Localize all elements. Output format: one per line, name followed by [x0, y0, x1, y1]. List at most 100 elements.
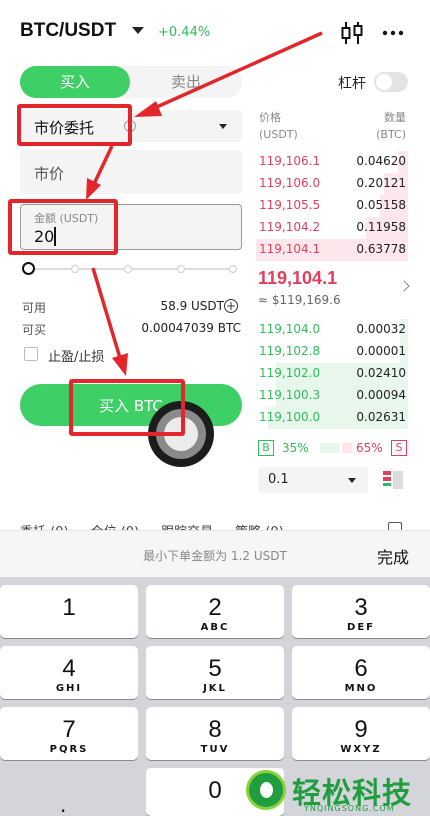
- buy-sell-tabs: 买入 卖出: [20, 66, 242, 98]
- key-3[interactable]: 3 DEF: [292, 585, 430, 638]
- price-header-unit: (USDT): [259, 128, 298, 141]
- key-2[interactable]: 2 ABC: [146, 585, 284, 638]
- ask-row[interactable]: 119,106.0 0.20121: [256, 173, 408, 195]
- bid-price: 119,104.0: [259, 322, 321, 336]
- bid-row[interactable]: 119,102.8 0.00001: [256, 341, 408, 363]
- key-digit: 5: [208, 655, 222, 682]
- depth-value: 0.1: [268, 472, 289, 487]
- key-digit: 8: [208, 716, 222, 743]
- key-digit: 9: [354, 716, 368, 743]
- slider-node[interactable]: [124, 265, 132, 273]
- buy-sell-ratio: B 35% 65% S: [258, 440, 408, 458]
- chevron-right-icon[interactable]: [398, 280, 410, 292]
- key-letters: WXYZ: [340, 744, 382, 755]
- bid-price: 119,102.0: [259, 366, 321, 380]
- key-letters: GHI: [55, 683, 83, 694]
- plus-circle-icon[interactable]: +: [224, 299, 238, 313]
- ask-qty: 0.05158: [356, 198, 406, 212]
- chevron-down-icon: [219, 124, 227, 129]
- key-5[interactable]: 5 JKL: [146, 646, 284, 699]
- ask-price: 119,106.1: [259, 154, 321, 168]
- buyable-label: 可买: [22, 323, 47, 337]
- buy-ratio-bar: [320, 443, 340, 453]
- ask-row[interactable]: 119,106.1 0.04620: [256, 151, 408, 173]
- slider-node[interactable]: [177, 265, 185, 273]
- candlestick-chart-icon[interactable]: [340, 20, 364, 46]
- bid-row[interactable]: 119,104.0 0.00032: [256, 319, 408, 341]
- bid-qty: 0.00001: [356, 344, 406, 358]
- orderbook-qty-header: 数量 (BTC): [376, 109, 406, 143]
- bid-row[interactable]: 119,100.3 0.00094: [256, 385, 408, 407]
- price-field: 市价: [20, 150, 242, 194]
- ask-price: 119,104.2: [259, 220, 321, 234]
- chevron-down-icon[interactable]: [132, 27, 144, 34]
- price-header-label: 价格: [259, 111, 281, 124]
- slider-node[interactable]: [229, 265, 237, 273]
- buy-ratio-badge: B: [258, 440, 274, 456]
- available-value: 58.9 USDT: [160, 299, 224, 313]
- ask-row[interactable]: 119,105.5 0.05158: [256, 195, 408, 217]
- slider-node[interactable]: [71, 265, 79, 273]
- annotation-box-buy: [69, 379, 185, 436]
- bid-qty: 0.02410: [356, 366, 406, 380]
- tab-buy[interactable]: 买入: [20, 66, 130, 98]
- key-1[interactable]: 1: [0, 585, 138, 638]
- key-digit: 3: [354, 594, 368, 621]
- key-digit: 2: [208, 594, 222, 621]
- key-letters: JKL: [203, 683, 227, 694]
- header: BTC/USDT +0.44%: [0, 0, 430, 66]
- key-7[interactable]: 7 PQRS: [0, 707, 138, 760]
- min-amount-hint: 最小下单金额为 1.2 USDT: [143, 549, 287, 563]
- price-change: +0.44%: [158, 25, 211, 40]
- key-6[interactable]: 6 MNO: [292, 646, 430, 699]
- bid-qty: 0.02631: [356, 410, 406, 424]
- bid-qty: 0.00094: [356, 388, 406, 402]
- slider-handle[interactable]: [22, 262, 35, 275]
- tpsl-checkbox[interactable]: [24, 347, 38, 361]
- trading-pair[interactable]: BTC/USDT: [20, 20, 116, 42]
- ask-price: 119,105.5: [259, 198, 321, 212]
- bid-row[interactable]: 119,100.0 0.02631: [256, 407, 408, 429]
- done-button[interactable]: 完成: [377, 544, 409, 568]
- key-letters: MNO: [344, 683, 378, 694]
- orderbook-layout-icon[interactable]: [382, 470, 404, 490]
- ask-price: 119,106.0: [259, 176, 321, 190]
- trade-screen: BTC/USDT +0.44% 买入 卖出 杠杆 市价委托 i 市价 金额 (U…: [0, 0, 430, 816]
- tab-sell[interactable]: 卖出: [130, 66, 242, 98]
- ask-qty: 0.63778: [356, 242, 406, 256]
- qty-header-label: 数量: [384, 111, 406, 124]
- key-digit: 1: [62, 594, 76, 621]
- ask-row[interactable]: 119,104.1 0.63778: [256, 239, 408, 261]
- key-digit: 4: [62, 655, 76, 682]
- watermark-subtitle: YNQINGSONG.COM: [304, 804, 395, 813]
- qty-header-unit: (BTC): [376, 128, 406, 141]
- bid-price: 119,100.3: [259, 388, 321, 402]
- annotation-box-order-type: [17, 104, 132, 146]
- more-icon[interactable]: [382, 24, 404, 42]
- orderbook-price-header: 价格 (USDT): [259, 109, 298, 143]
- buyable-value: 0.00047039 BTC: [141, 321, 241, 335]
- leverage-toggle[interactable]: [374, 72, 408, 92]
- key-letters: DEF: [347, 622, 375, 633]
- key-digit: 7: [62, 716, 76, 743]
- bid-price: 119,102.8: [259, 344, 321, 358]
- ask-price: 119,104.1: [259, 242, 321, 256]
- key-letters: PQRS: [49, 744, 89, 755]
- chevron-down-icon: [348, 478, 356, 483]
- tpsl-label[interactable]: 止盈/止损: [48, 346, 104, 365]
- available-label: 可用: [22, 301, 47, 315]
- amount-slider[interactable]: [22, 262, 238, 276]
- key-decimal[interactable]: .: [60, 793, 66, 816]
- bid-qty: 0.00032: [356, 322, 406, 336]
- watermark: 轻松科技 YNQINGSONG.COM: [246, 768, 430, 816]
- key-4[interactable]: 4 GHI: [0, 646, 138, 699]
- bid-row[interactable]: 119,102.0 0.02410: [256, 363, 408, 385]
- key-8[interactable]: 8 TUV: [146, 707, 284, 760]
- annotation-box-amount: [8, 199, 118, 255]
- ask-row[interactable]: 119,104.2 0.11958: [256, 217, 408, 239]
- keyboard-toolbar: 最小下单金额为 1.2 USDT 完成: [0, 530, 430, 577]
- key-letters: ABC: [200, 622, 230, 633]
- key-9[interactable]: 9 WXYZ: [292, 707, 430, 760]
- depth-select[interactable]: 0.1: [258, 467, 368, 493]
- key-digit: 6: [354, 655, 368, 682]
